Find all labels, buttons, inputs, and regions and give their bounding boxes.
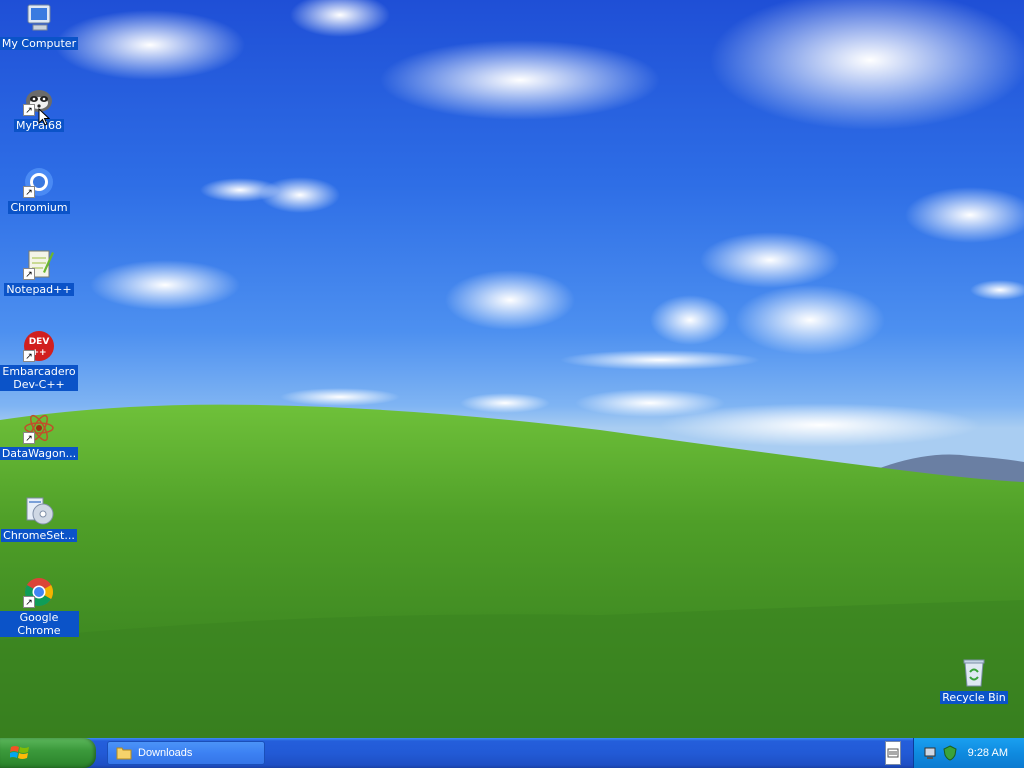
desktop-icon-datawagon[interactable]: ↗ DataWagon... xyxy=(0,412,79,460)
taskbar: Downloads 9:28 AM xyxy=(0,738,1024,768)
notepadpp-icon: ↗ xyxy=(23,248,55,280)
taskbar-button-downloads[interactable]: Downloads xyxy=(107,741,265,765)
devcpp-icon: DEV ++ ↗ xyxy=(23,330,55,362)
recycle-bin-icon xyxy=(958,656,990,688)
folder-icon xyxy=(116,747,132,760)
chrome-icon: ↗ xyxy=(23,576,55,608)
desktop-icon-label: DataWagon... xyxy=(0,447,79,460)
system-tray: 9:28 AM xyxy=(913,738,1024,768)
shortcut-arrow-icon: ↗ xyxy=(23,596,35,608)
shortcut-arrow-icon: ↗ xyxy=(23,186,35,198)
svg-text:DEV: DEV xyxy=(29,337,50,347)
bliss-wallpaper xyxy=(0,0,1024,738)
shortcut-arrow-icon: ↗ xyxy=(23,350,35,362)
computer-icon xyxy=(23,2,55,34)
taskbar-button-label: Downloads xyxy=(138,747,193,759)
desktop-icon-notepadpp[interactable]: ↗ Notepad++ xyxy=(0,248,79,296)
windows-logo-icon xyxy=(10,746,29,759)
start-button[interactable] xyxy=(0,738,96,768)
desktop-icon-recycle-bin[interactable]: Recycle Bin xyxy=(934,656,1014,704)
desktop-icon-devcpp[interactable]: DEV ++ ↗ Embarcadero Dev-C++ xyxy=(0,330,79,391)
desktop-icon-label: Google Chrome xyxy=(0,611,79,637)
desktop-icon-google-chrome[interactable]: ↗ Google Chrome xyxy=(0,576,79,637)
desktop-icon-label: Chromium xyxy=(8,201,70,214)
desktop-icon-chromesetup[interactable]: ChromeSet... xyxy=(0,494,79,542)
installer-icon xyxy=(23,494,55,526)
desktop-icon-my-computer[interactable]: My Computer xyxy=(0,2,79,50)
desktop-icon-label: ChromeSet... xyxy=(1,529,77,542)
security-shield-icon[interactable] xyxy=(942,745,958,761)
network-icon[interactable] xyxy=(924,745,938,761)
shortcut-arrow-icon: ↗ xyxy=(23,104,35,116)
desktop-icon-label: Notepad++ xyxy=(4,283,74,296)
desktop-icon-label: Embarcadero Dev-C++ xyxy=(0,365,78,391)
shortcut-arrow-icon: ↗ xyxy=(23,268,35,280)
clock[interactable]: 9:28 AM xyxy=(968,747,1008,759)
desktop-icon-label: Recycle Bin xyxy=(940,691,1008,704)
desktop-icon-label: My Computer xyxy=(0,37,79,50)
atom-icon: ↗ xyxy=(23,412,55,444)
keyboard-indicator-icon[interactable] xyxy=(885,741,901,765)
desktop-icon-chromium[interactable]: ↗ Chromium xyxy=(0,166,79,214)
clouds xyxy=(55,0,1024,447)
mouse-cursor-icon xyxy=(38,108,50,126)
desktop[interactable]: My Computer ↗ MyPal68 ↗ Chromium ↗ Notep… xyxy=(0,0,1024,738)
chromium-icon: ↗ xyxy=(23,166,55,198)
shortcut-arrow-icon: ↗ xyxy=(23,432,35,444)
